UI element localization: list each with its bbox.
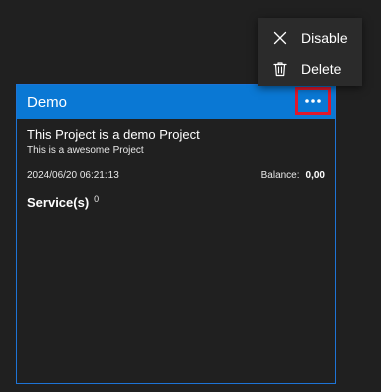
balance-label: Balance:	[260, 170, 300, 181]
menu-item-label: Delete	[301, 60, 342, 77]
card-header: Demo	[17, 85, 335, 119]
project-subtitle: This is a awesome Project	[27, 145, 144, 156]
services: Service(s) 0	[27, 194, 325, 210]
card-body: This Project is a demo Project This is a…	[17, 119, 335, 210]
services-count: 0	[94, 194, 100, 204]
close-icon	[272, 30, 288, 46]
balance-value: 0,00	[305, 170, 325, 181]
menu-item-label: Disable	[301, 29, 348, 46]
project-description: This Project is a demo Project	[27, 127, 200, 142]
more-options-button[interactable]	[295, 87, 331, 115]
trash-icon	[272, 61, 288, 77]
project-timestamp: 2024/06/20 06:21:13	[27, 170, 119, 181]
menu-item-delete[interactable]: Delete	[258, 53, 362, 84]
context-menu: Disable Delete	[258, 18, 362, 86]
more-horizontal-icon	[305, 99, 321, 103]
project-card: Demo This Project is a demo Project This…	[16, 84, 336, 384]
card-title: Demo	[27, 93, 68, 111]
services-label: Service(s)	[27, 195, 90, 210]
meta-row: 2024/06/20 06:21:13 Balance: 0,00	[27, 170, 325, 181]
menu-item-disable[interactable]: Disable	[258, 22, 362, 53]
balance: Balance: 0,00	[261, 170, 325, 181]
